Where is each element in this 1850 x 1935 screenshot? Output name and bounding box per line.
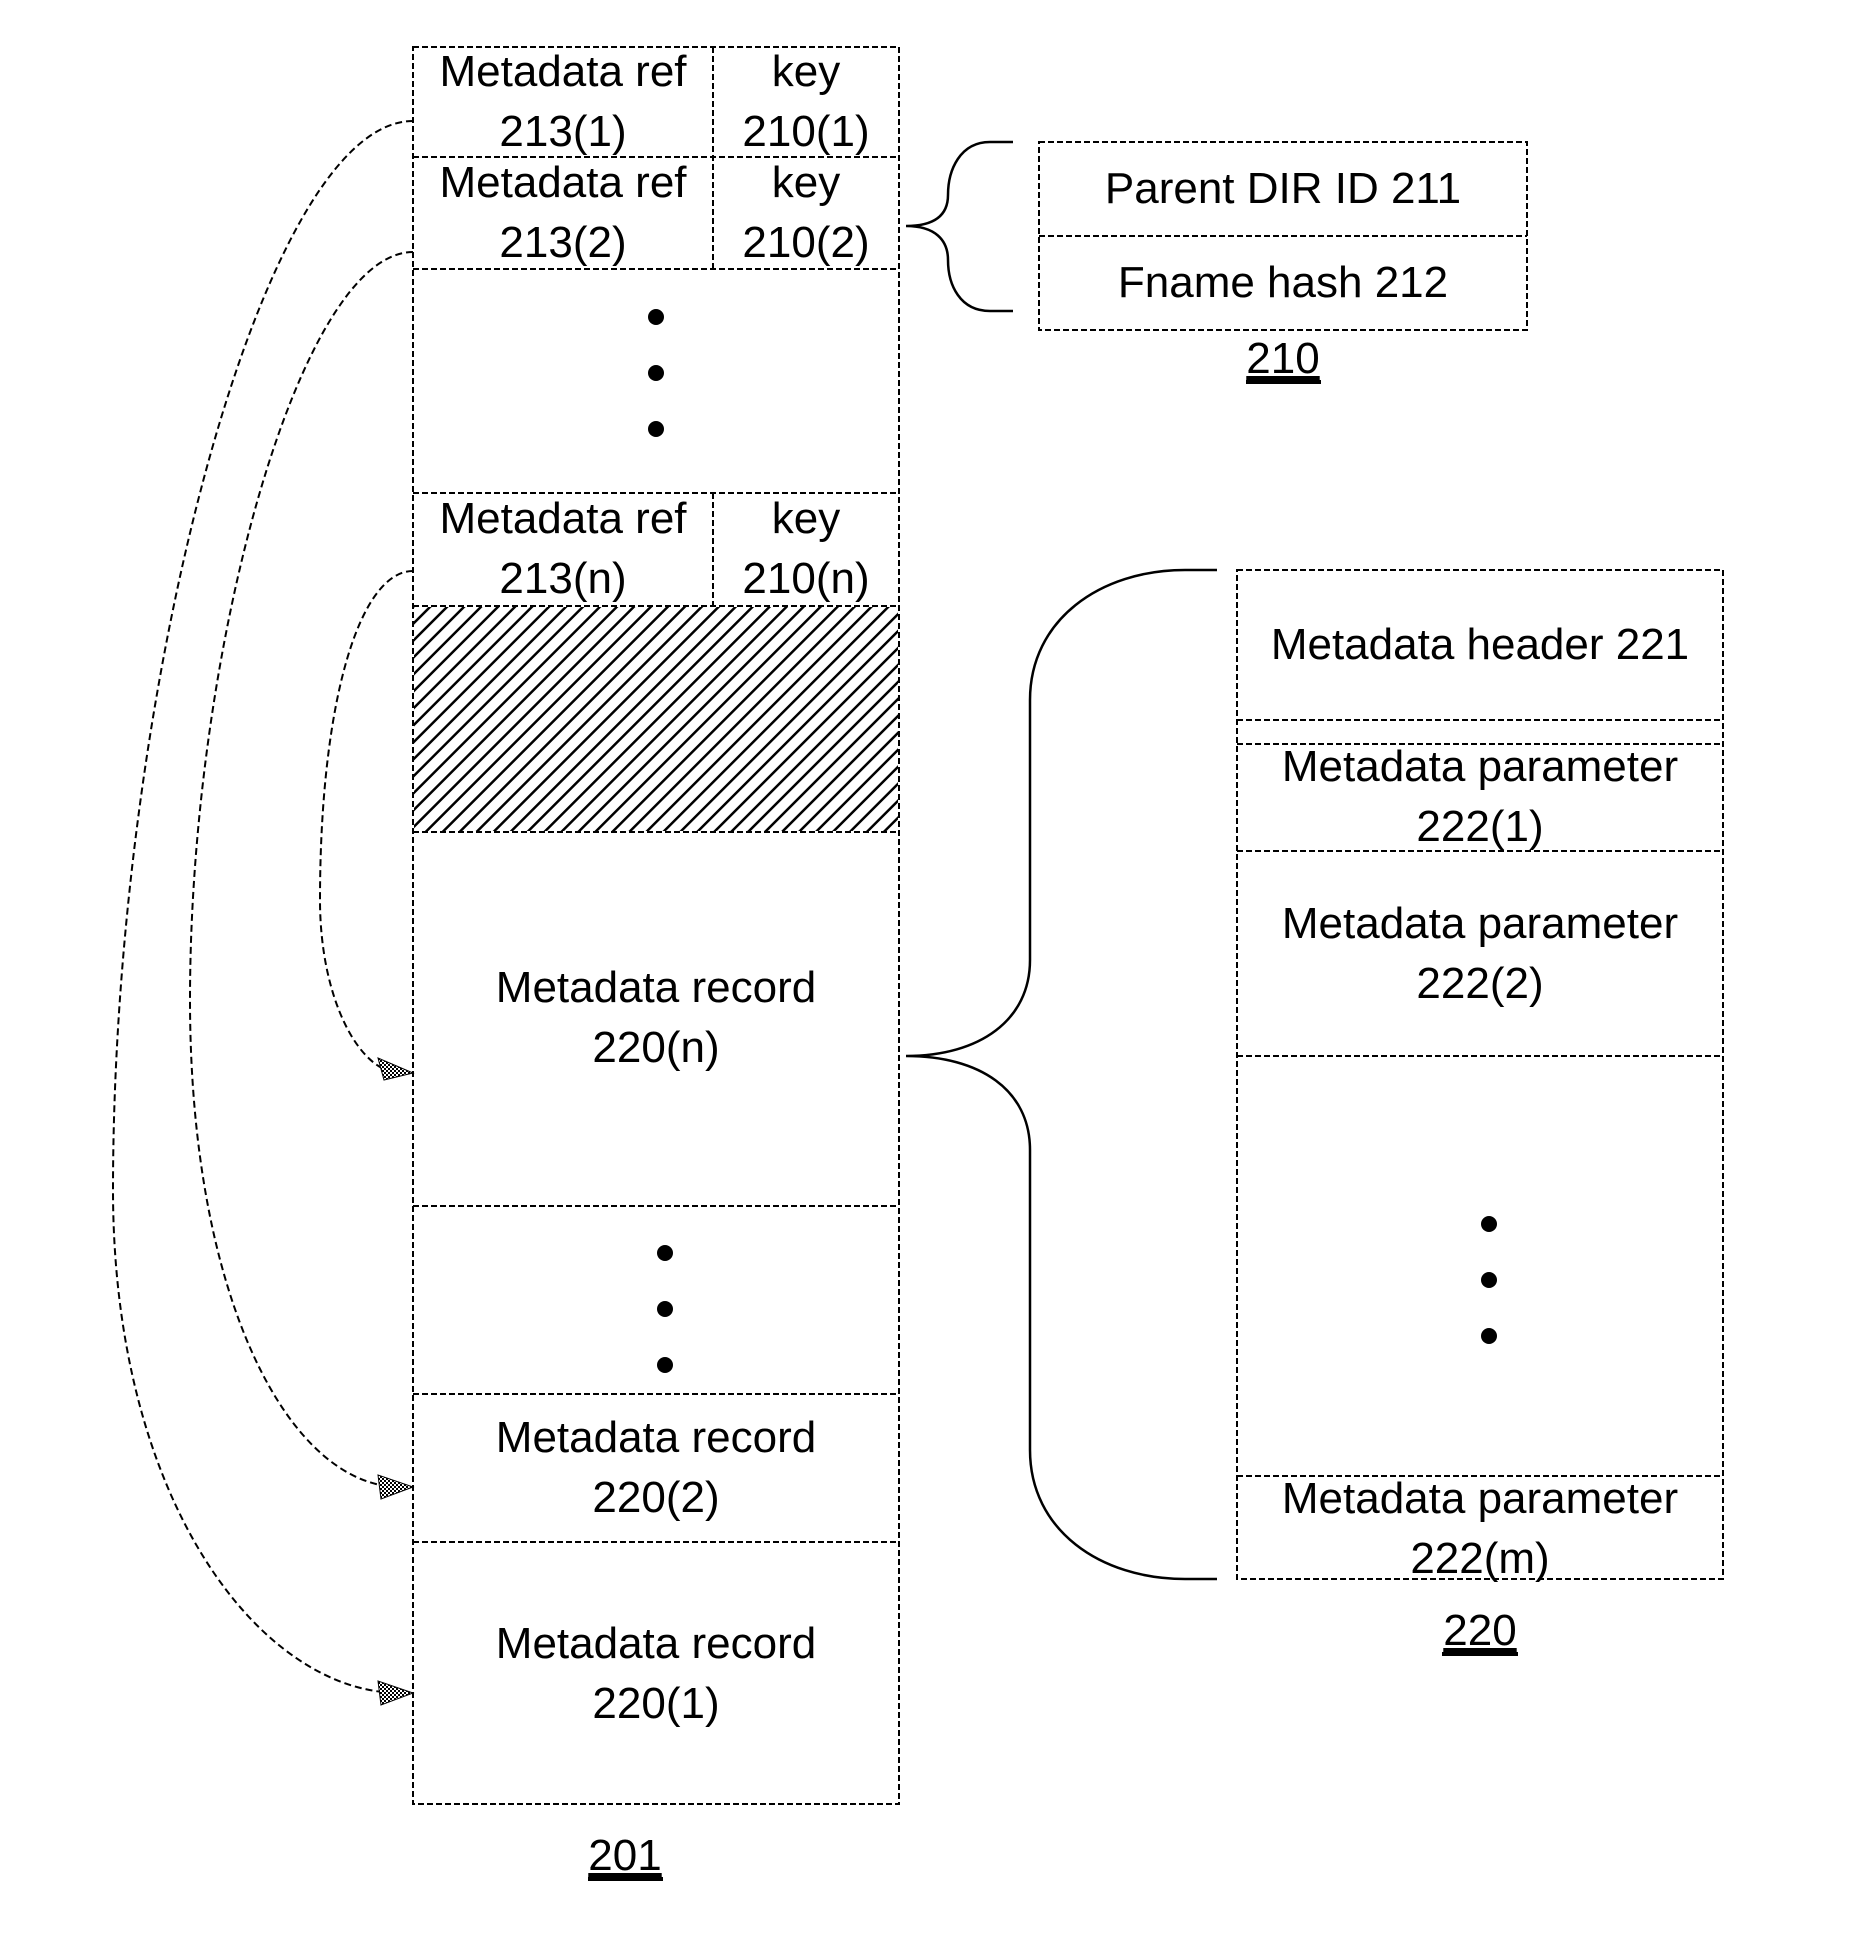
pointer-arrow-refn-to-recordn [318,570,414,1074]
arrowhead-icon [377,1057,415,1081]
record-label: Metadata record [496,963,816,1012]
metadata-ref-id: 213(1) [499,107,626,156]
metadata-record-1: Metadata record 220(1) [496,1619,816,1728]
parent-dir-id-field: Parent DIR ID 211 [1105,164,1461,213]
metadata-parameter-label: Metadata parameter [1282,742,1678,791]
metadata-parameter-id: 222(m) [1410,1534,1549,1583]
dot [1481,1216,1497,1232]
index-entry-n: Metadata ref 213(n) key 210(n) [439,494,869,603]
metadata-parameter-label: Metadata parameter [1282,899,1678,948]
key-label: key [772,494,840,543]
index-entry-2: Metadata ref 213(2) key 210(2) [439,158,869,267]
key-label: key [772,158,840,207]
record-220-box [1236,569,1724,1580]
dot [657,1301,673,1317]
key-id: 210(2) [742,218,869,267]
dot [1481,1272,1497,1288]
key-id: 210(1) [742,107,869,156]
dot [648,309,664,325]
metadata-parameter-id: 222(2) [1416,959,1543,1008]
metadata-structure-diagram: Metadata ref 213(1) key 210(1) Metadata … [111,46,1724,1881]
record-220-detail: Metadata header 221 Metadata parameter 2… [905,568,1724,1656]
key-210-detail: Parent DIR ID 211 Fname hash 212 210 [905,140,1528,384]
arrowhead-icon [377,1474,415,1500]
pointer-arrow-ref2-to-record2 [188,251,414,1488]
metadata-ref-id: 213(n) [499,554,626,603]
free-space-hatched-region [414,607,898,831]
metadata-ref-id: 213(2) [499,218,626,267]
dot [657,1245,673,1261]
metadata-parameter-id: 222(1) [1416,802,1543,851]
pointer-arcs [111,120,415,1706]
record-220-reference-label: 220 [1443,1606,1516,1655]
dot [648,365,664,381]
record-label: Metadata record [496,1413,816,1462]
key-id: 210(n) [742,554,869,603]
brace-icon [905,568,1217,1581]
dot [648,421,664,437]
structure-201-reference-label: 201 [588,1831,661,1880]
brace-icon [905,140,1013,313]
metadata-record-n: Metadata record 220(n) [496,963,816,1072]
structure-201: Metadata ref 213(1) key 210(1) Metadata … [412,46,900,1881]
metadata-ref-label: Metadata ref [439,494,687,543]
ellipsis-icon [657,1245,673,1373]
metadata-parameter-label: Metadata parameter [1282,1474,1678,1523]
pointer-arrow-ref1-to-record1 [111,120,414,1694]
key-210-reference-label: 210 [1246,334,1319,383]
metadata-ref-label: Metadata ref [439,47,687,96]
arrowhead-icon [377,1680,415,1706]
record-id: 220(2) [592,1473,719,1522]
metadata-header-field: Metadata header 221 [1271,620,1689,669]
index-entry-1: Metadata ref 213(1) key 210(1) [439,47,869,156]
dot [657,1357,673,1373]
key-label: key [772,47,840,96]
record-id: 220(1) [592,1679,719,1728]
metadata-ref-label: Metadata ref [439,158,687,207]
record-id: 220(n) [592,1023,719,1072]
ellipsis-icon [1481,1216,1497,1344]
ellipsis-icon [648,309,664,437]
metadata-record-2: Metadata record 220(2) [496,1413,816,1522]
record-label: Metadata record [496,1619,816,1668]
fname-hash-field: Fname hash 212 [1118,258,1448,307]
dot [1481,1328,1497,1344]
